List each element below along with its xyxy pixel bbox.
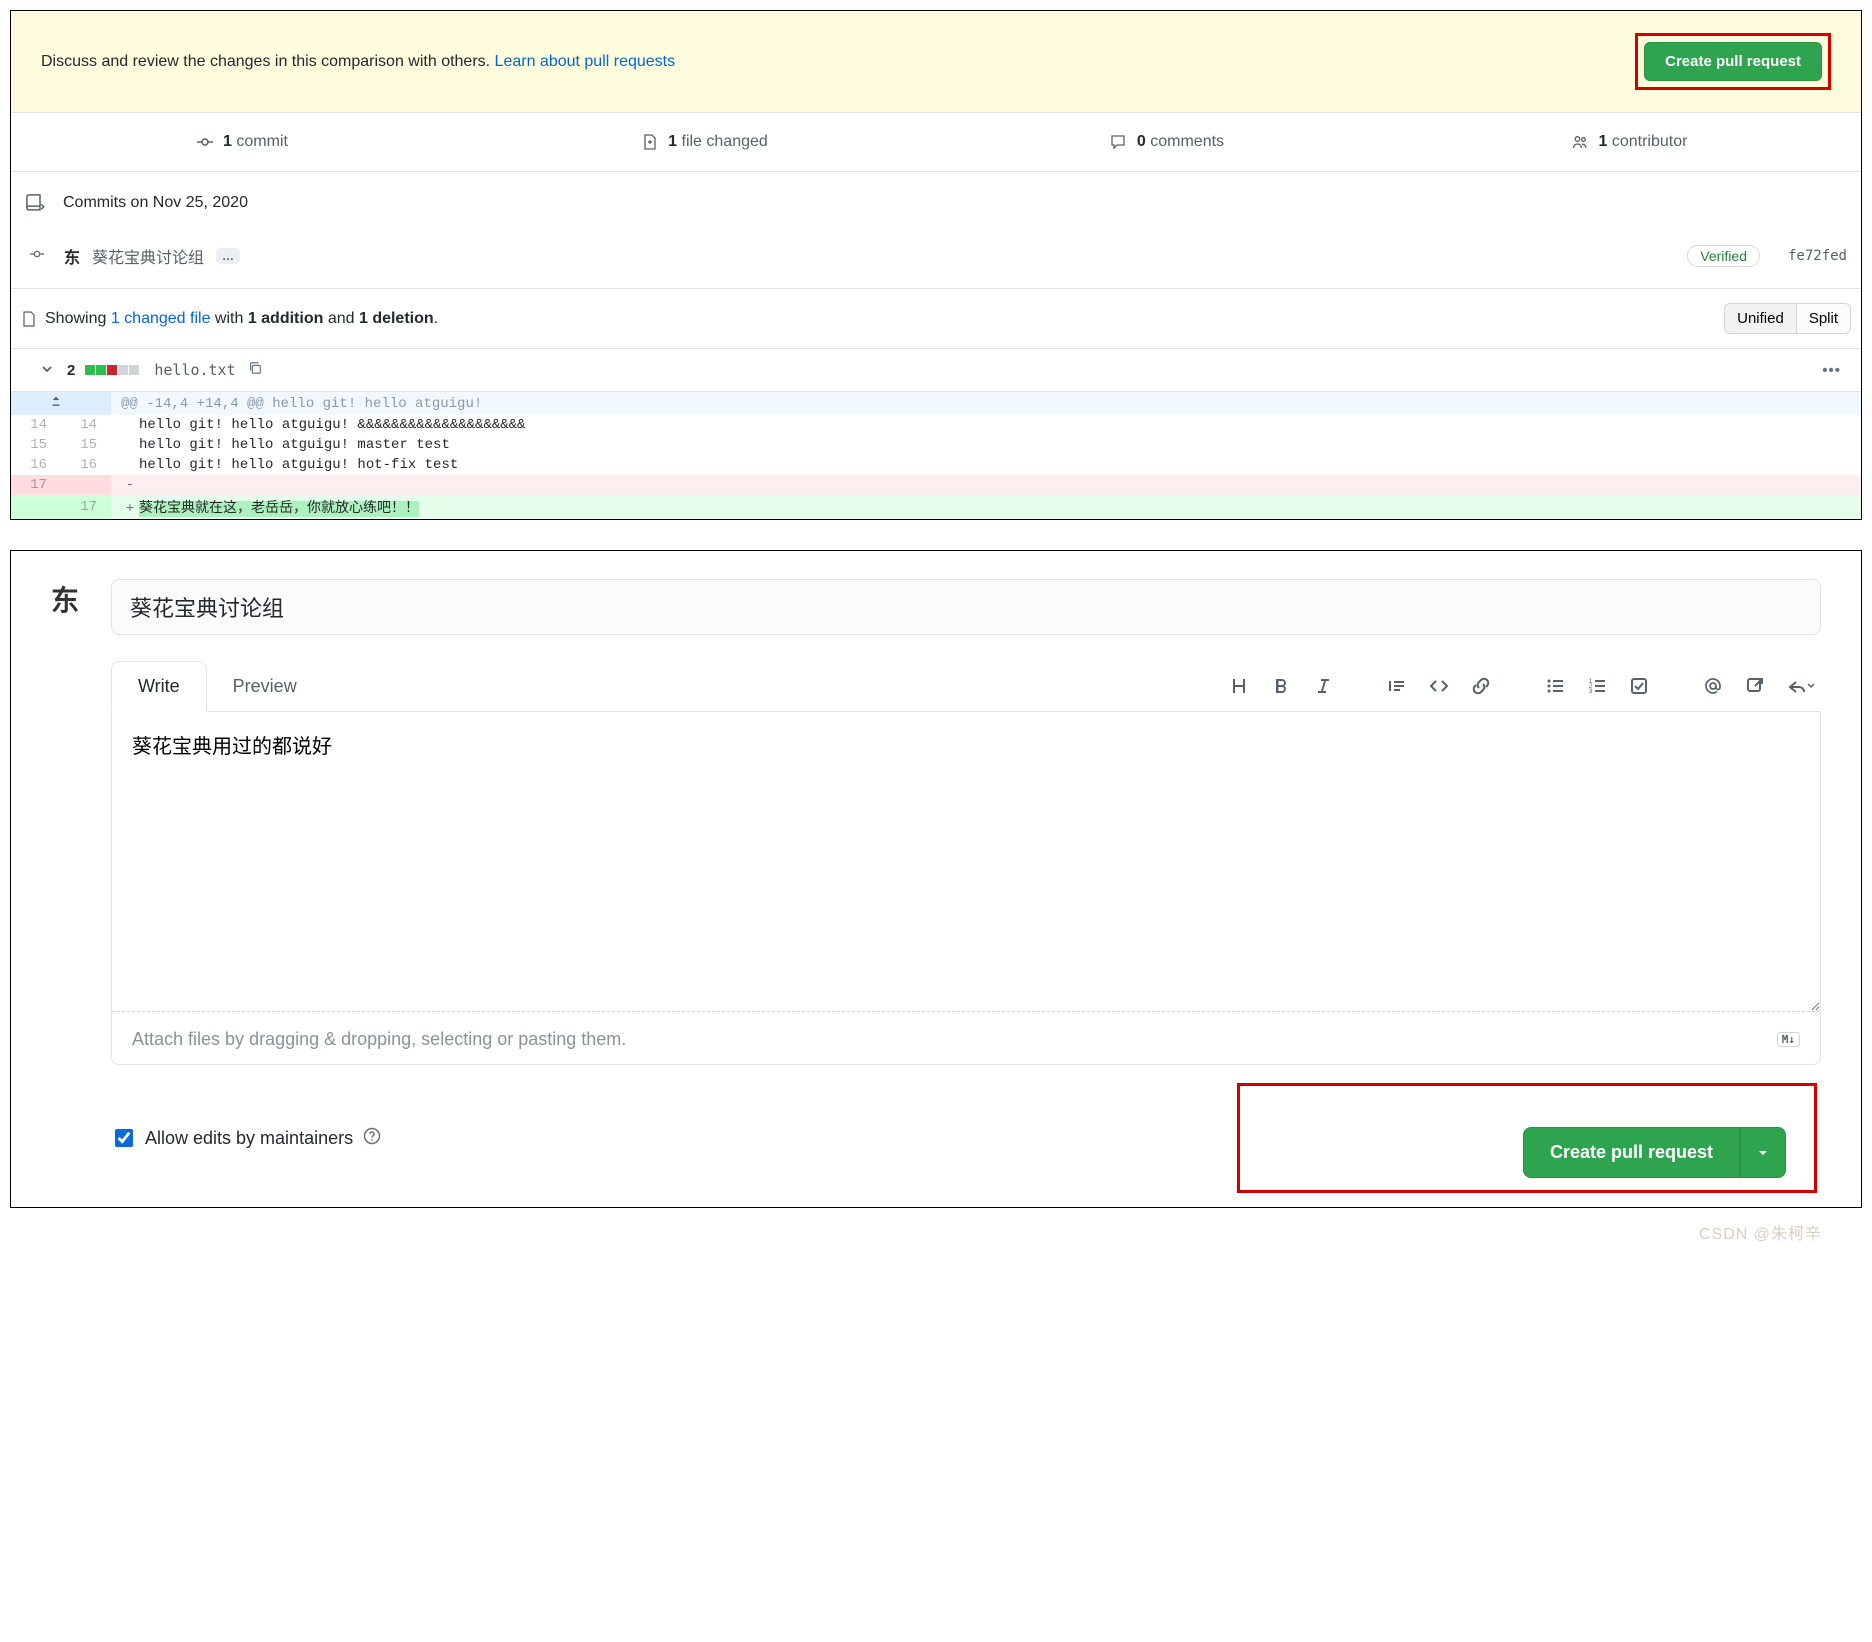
help-icon[interactable] (363, 1127, 381, 1150)
allow-edits-label: Allow edits by maintainers (145, 1128, 353, 1149)
commits-label: commit (236, 133, 288, 150)
create-pr-highlight: Create pull request (1635, 33, 1831, 90)
count-contributors[interactable]: 1 contributor (1399, 113, 1862, 171)
banner-prefix: Discuss and review the changes in this c… (41, 53, 495, 70)
banner-text: Discuss and review the changes in this c… (41, 53, 1635, 71)
learn-link[interactable]: Learn about pull requests (495, 53, 676, 70)
attach-row[interactable]: Attach files by dragging & dropping, sel… (112, 1015, 1820, 1064)
create-pr-split-button: Create pull request (1523, 1127, 1786, 1178)
comments-number: 0 (1137, 133, 1146, 150)
file-diff-icon (642, 134, 658, 150)
svg-text:3: 3 (1589, 689, 1593, 695)
crossref-icon[interactable] (1739, 670, 1771, 702)
compare-panel: Discuss and review the changes in this c… (10, 10, 1862, 520)
diff-line-deletion: 17 - (11, 475, 1861, 495)
link-icon[interactable] (1465, 670, 1497, 702)
files-label: file changed (682, 133, 768, 150)
create-pull-request-submit[interactable]: Create pull request (1523, 1127, 1740, 1178)
attach-hint: Attach files by dragging & dropping, sel… (132, 1029, 626, 1050)
tab-preview[interactable]: Preview (207, 662, 323, 711)
commits-number: 1 (223, 133, 232, 150)
reply-icon[interactable] (1781, 670, 1821, 702)
ul-icon[interactable] (1539, 670, 1571, 702)
commit-message[interactable]: 葵花宝典讨论组 (92, 244, 204, 268)
open-pr-panel: 东 Write Preview 123 (10, 550, 1862, 1208)
comment-icon (1110, 134, 1126, 150)
hunk-text: @@ -14,4 +14,4 @@ hello git! hello atgui… (111, 392, 1861, 415)
watermark: CSDN @朱柯辛 (10, 1220, 1862, 1244)
tasklist-icon[interactable] (1623, 670, 1655, 702)
diffstat (85, 365, 140, 375)
pr-title-input[interactable] (111, 579, 1821, 635)
diff-line: 14 14 hello git! hello atguigu! &&&&&&&&… (11, 415, 1861, 435)
commit-hash[interactable]: fe72fed (1788, 248, 1847, 264)
diff-line: 15 15 hello git! hello atguigu! master t… (11, 435, 1861, 455)
files-number: 1 (668, 133, 677, 150)
quote-icon[interactable] (1381, 670, 1413, 702)
repo-push-icon (25, 192, 45, 214)
expand-up-icon[interactable] (48, 394, 64, 413)
pr-body-textarea[interactable] (112, 712, 1820, 1012)
diff-view-split[interactable]: Split (1797, 303, 1851, 334)
count-commits[interactable]: 1 commit (11, 113, 474, 171)
code-icon[interactable] (1423, 670, 1455, 702)
comment-body-box: Attach files by dragging & dropping, sel… (111, 712, 1821, 1065)
create-pull-request-button[interactable]: Create pull request (1644, 42, 1822, 81)
commits-date-heading: Commits on Nov 25, 2020 (11, 172, 1861, 234)
file-name[interactable]: hello.txt (154, 361, 235, 379)
author-avatar: 东 (51, 579, 111, 1197)
verified-badge[interactable]: Verified (1687, 245, 1760, 267)
ol-icon[interactable]: 123 (1581, 670, 1613, 702)
diff-line: 16 16 hello git! hello atguigu! hot-fix … (11, 455, 1861, 475)
allow-edits-checkbox[interactable] (115, 1129, 133, 1147)
contrib-label: contributor (1612, 133, 1688, 150)
allow-edits-row[interactable]: Allow edits by maintainers (115, 1127, 381, 1150)
create-pr-dropdown[interactable] (1740, 1127, 1786, 1178)
diff-view-unified[interactable]: Unified (1724, 303, 1797, 334)
diff-table: @@ -14,4 +14,4 @@ hello git! hello atgui… (11, 392, 1861, 519)
contrib-number: 1 (1599, 133, 1608, 150)
tab-write[interactable]: Write (111, 661, 207, 712)
file-header: 2 hello.txt ••• (11, 349, 1861, 392)
file-menu-button[interactable]: ••• (1822, 362, 1841, 379)
people-icon (1572, 134, 1588, 150)
count-files[interactable]: 1 file changed (474, 113, 937, 171)
file-change-count: 2 (67, 362, 75, 379)
diff-hunk-header: @@ -14,4 +14,4 @@ hello git! hello atgui… (11, 392, 1861, 415)
commit-glyph-icon (30, 247, 44, 266)
commit-row: 东 葵花宝典讨论组 … Verified fe72fed (11, 234, 1861, 288)
file-icon (21, 311, 37, 327)
comment-tabs: Write Preview 123 (111, 661, 1821, 712)
counts-bar: 1 commit 1 file changed 0 comments 1 con… (11, 113, 1861, 172)
markdown-toolbar: 123 (1223, 670, 1821, 702)
bold-icon[interactable] (1265, 670, 1297, 702)
diff-summary-bar: Showing 1 changed file with 1 addition a… (11, 288, 1861, 349)
pr-footer-row: Allow edits by maintainers Create pull r… (111, 1083, 1821, 1197)
markdown-badge-icon[interactable]: M↓ (1777, 1032, 1800, 1047)
submit-highlight: Create pull request (1237, 1083, 1817, 1193)
compare-banner: Discuss and review the changes in this c… (11, 11, 1861, 113)
mention-icon[interactable] (1697, 670, 1729, 702)
heading-icon[interactable] (1223, 670, 1255, 702)
italic-icon[interactable] (1307, 670, 1339, 702)
comments-label: comments (1150, 133, 1224, 150)
commit-more-button[interactable]: … (216, 248, 240, 264)
commit-icon (197, 134, 213, 150)
changed-file-link[interactable]: 1 changed file (111, 310, 211, 327)
collapse-toggle[interactable] (41, 362, 53, 379)
diff-line-addition: 17 +葵花宝典就在这，老岳岳，你就放心练吧！！ (11, 495, 1861, 519)
count-comments[interactable]: 0 comments (936, 113, 1399, 171)
diff-summary-text: Showing 1 changed file with 1 addition a… (45, 310, 438, 328)
copy-path-icon[interactable] (248, 361, 262, 379)
commits-date-text: Commits on Nov 25, 2020 (63, 194, 248, 212)
commit-avatar: 东 (64, 244, 80, 268)
